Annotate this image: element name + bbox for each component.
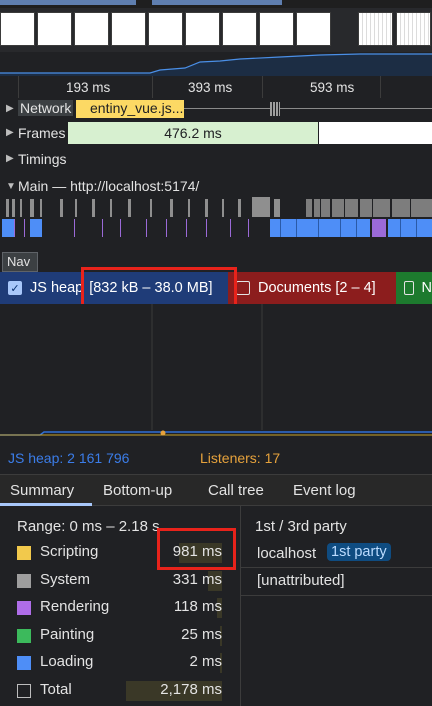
- overview-segment: [0, 0, 136, 5]
- party-title: 1st / 3rd party: [255, 518, 347, 535]
- party-entity: localhost: [257, 545, 317, 562]
- screenshot-frame[interactable]: [296, 12, 331, 46]
- frame-duration: 476.2 ms: [164, 125, 222, 141]
- memory-legend: JS heap: 2 161 796 Listeners: 17: [0, 446, 432, 470]
- screenshot-frame[interactable]: [37, 12, 72, 46]
- category-swatch: [17, 628, 31, 643]
- party-row[interactable]: [unattributed]: [241, 568, 432, 596]
- network-request-bar[interactable]: entiny_vue.js...: [76, 100, 184, 118]
- third-party-panel: 1st / 3rd party localhost 1st party [una…: [240, 506, 432, 706]
- screenshot-frame[interactable]: [0, 12, 35, 46]
- tab-summary[interactable]: Summary: [10, 482, 74, 499]
- tab-bottom-up[interactable]: Bottom-up: [103, 482, 172, 499]
- category-label: Rendering: [40, 598, 110, 615]
- frame-bar[interactable]: [319, 122, 432, 144]
- ruler-gridline: [152, 76, 153, 98]
- expand-arrow-icon[interactable]: ▶: [6, 103, 14, 114]
- category-label: Total: [40, 680, 72, 698]
- category-label: Loading: [40, 653, 94, 670]
- screenshot-frame[interactable]: [259, 12, 294, 46]
- frame-bar[interactable]: 476.2 ms: [68, 122, 318, 144]
- js-heap-checkbox[interactable]: ✓: [8, 281, 22, 295]
- memory-marker: [160, 430, 166, 436]
- screenshot-frame[interactable]: [148, 12, 183, 46]
- network-request-line: [184, 108, 432, 109]
- nodes-label: N: [421, 280, 432, 296]
- documents-checkbox[interactable]: [236, 281, 250, 295]
- party-row[interactable]: localhost 1st party: [241, 540, 432, 568]
- ruler-tick-label: 593 ms: [310, 80, 355, 95]
- marker-tooltip: Nav: [2, 252, 38, 272]
- summary-range: Range: 0 ms – 2.18 s: [17, 518, 160, 535]
- category-swatch: [17, 546, 31, 560]
- tab-call-tree[interactable]: Call tree: [208, 482, 264, 499]
- category-label: System: [40, 570, 91, 588]
- documents-counter[interactable]: Documents [2 – 4]: [228, 272, 396, 304]
- summary-row-total: Total 2,178 ms: [0, 678, 240, 704]
- ruler-tick-label: 393 ms: [188, 80, 233, 95]
- main-thread-track[interactable]: ▼ Main — http://localhost:5174/: [0, 176, 432, 198]
- category-time: 331 ms: [172, 570, 222, 588]
- screenshot-frame[interactable]: [222, 12, 257, 46]
- time-ruler: 193 ms 393 ms 593 ms: [0, 76, 432, 98]
- category-swatch: [17, 573, 31, 588]
- expand-arrow-icon[interactable]: ▶: [6, 153, 14, 164]
- js-heap-label: JS heap: [30, 280, 84, 296]
- ruler-gridline: [380, 76, 381, 98]
- category-swatch: [17, 601, 31, 615]
- memory-graph: [0, 304, 432, 446]
- summary-row-system: System 331 ms: [0, 568, 240, 594]
- track-title: Frames: [18, 125, 66, 141]
- ruler-tick-label: 193 ms: [66, 80, 111, 95]
- highlight-box: [157, 528, 236, 570]
- category-time: 25 ms: [181, 625, 222, 643]
- ruler-gridline: [18, 76, 19, 98]
- category-swatch: [17, 656, 31, 670]
- summary-row-rendering: Rendering 118 ms: [0, 595, 240, 621]
- screenshot-frame[interactable]: [111, 12, 146, 46]
- screenshot-frame[interactable]: [74, 12, 109, 46]
- collapse-arrow-icon[interactable]: ▼: [6, 181, 16, 192]
- heap-overview-line: [0, 53, 432, 76]
- track-title: Network: [18, 100, 74, 116]
- overview-header: [0, 0, 432, 8]
- summary-row-loading: Loading 2 ms: [0, 650, 240, 676]
- screenshot-filmstrip: [0, 0, 432, 52]
- js-heap-legend: JS heap: 2 161 796: [8, 450, 130, 466]
- memory-graph-canvas: [0, 304, 432, 436]
- timings-track[interactable]: ▶ Timings: [0, 148, 432, 170]
- frames-track[interactable]: ▶ Frames 476.2 ms: [0, 122, 432, 146]
- bottom-tab-bar: Summary Bottom-up Call tree Event log: [0, 474, 432, 506]
- network-request-bar[interactable]: [270, 102, 280, 116]
- network-request-label: entiny_vue.js...: [90, 100, 184, 116]
- ruler-gridline: [262, 76, 263, 98]
- category-time: 2,178 ms: [160, 680, 222, 698]
- track-title: Main — http://localhost:5174/: [18, 178, 200, 194]
- screenshot-frame[interactable]: [185, 12, 220, 46]
- expand-arrow-icon[interactable]: ▶: [6, 127, 14, 138]
- category-swatch: [17, 683, 31, 698]
- party-entity: [unattributed]: [257, 572, 345, 589]
- nodes-counter[interactable]: N: [396, 272, 432, 304]
- documents-label: Documents [2 – 4]: [258, 280, 376, 296]
- summary-row-painting: Painting 25 ms: [0, 623, 240, 649]
- flame-chart-canvas[interactable]: [0, 197, 432, 247]
- overview-segment: [152, 0, 282, 5]
- nodes-checkbox[interactable]: [404, 281, 414, 295]
- listeners-legend: Listeners: 17: [200, 450, 281, 466]
- category-time: 118 ms: [173, 598, 222, 615]
- category-label: Painting: [40, 625, 95, 643]
- main-flame-chart[interactable]: [0, 197, 432, 247]
- first-party-badge: 1st party: [327, 543, 391, 561]
- screenshot-frame[interactable]: [396, 12, 431, 46]
- tab-event-log[interactable]: Event log: [293, 482, 356, 499]
- category-label: Scripting: [40, 543, 99, 560]
- category-time: 2 ms: [189, 653, 222, 670]
- network-track[interactable]: ▶ entiny_vue.js... Network: [0, 98, 432, 120]
- overview-activity[interactable]: [0, 52, 432, 76]
- screenshot-frame[interactable]: [358, 12, 393, 46]
- track-title: Timings: [18, 151, 67, 167]
